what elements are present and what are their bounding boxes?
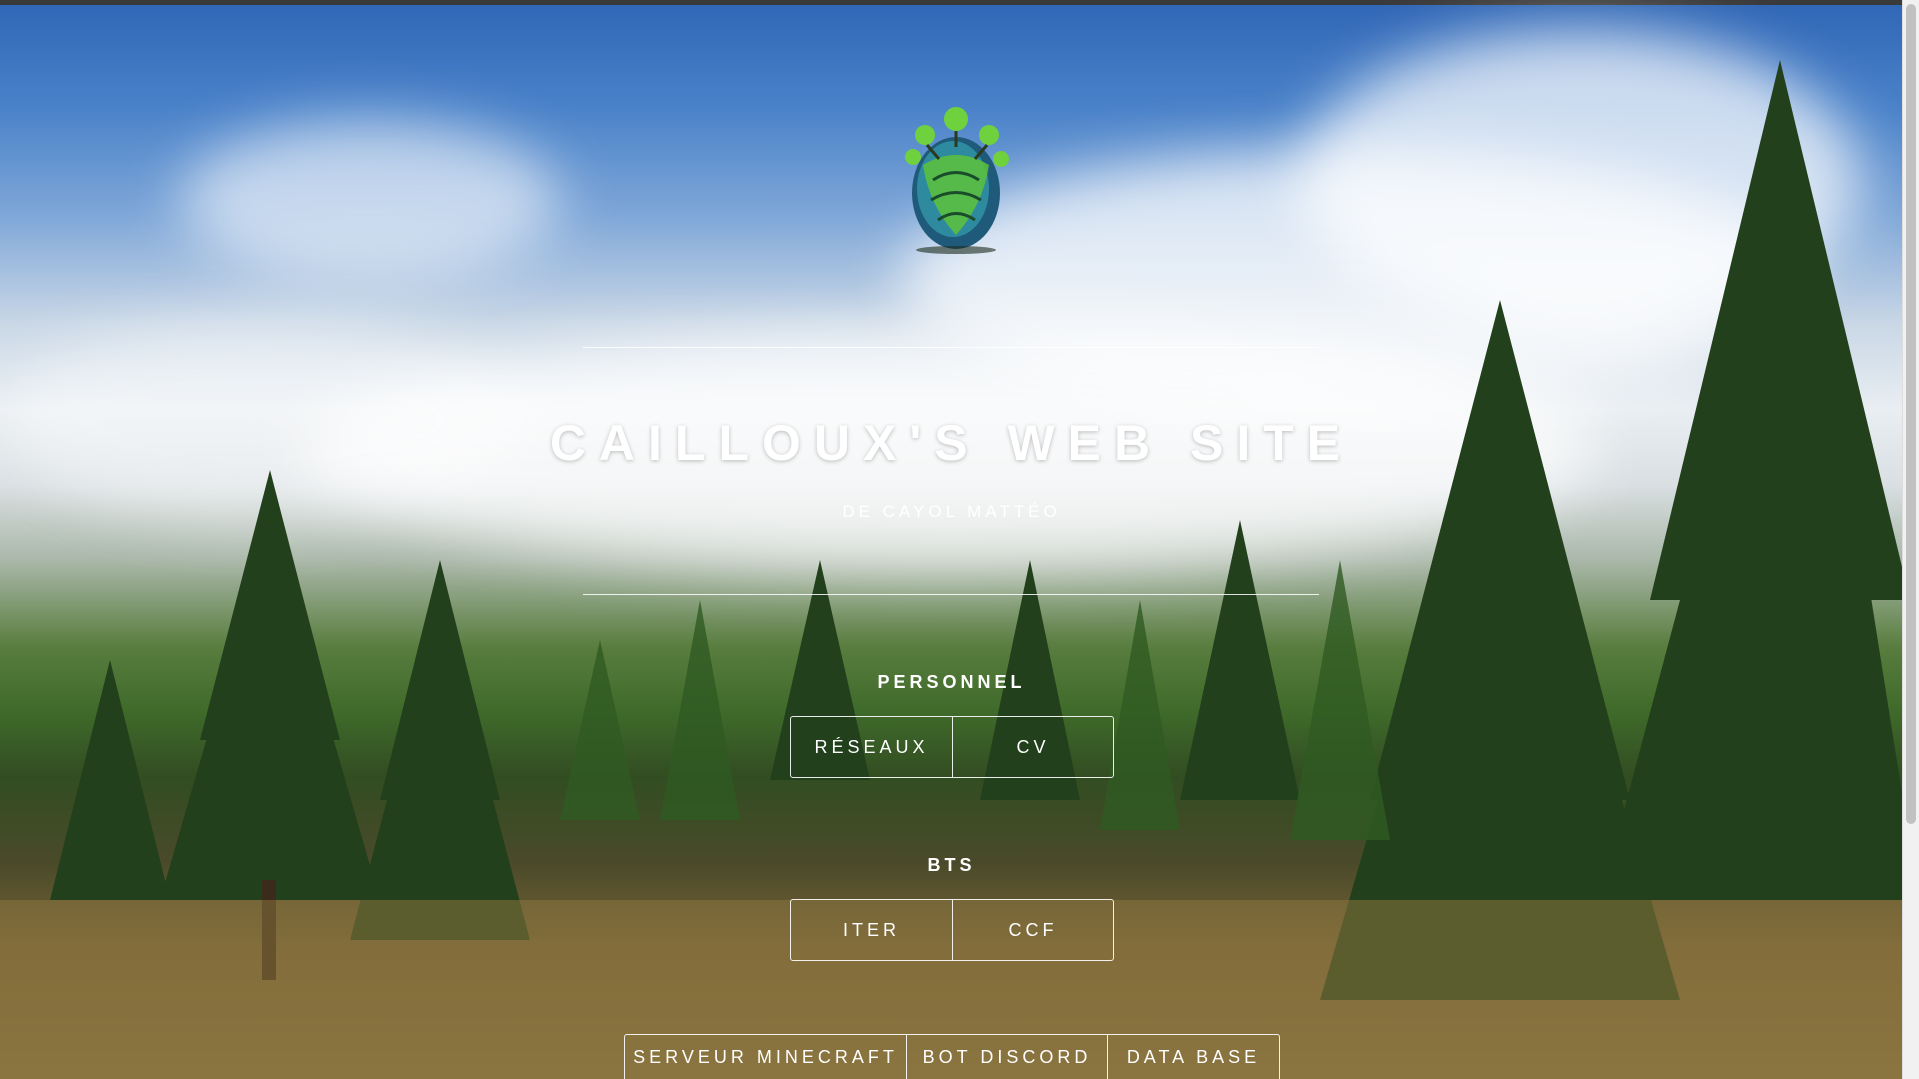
reseaux-button[interactable]: RÉSEAUX — [791, 717, 952, 777]
divider-top — [583, 347, 1319, 348]
site-title: CAILLOUX'S WEB SITE — [549, 415, 1354, 471]
iter-button[interactable]: ITER — [791, 900, 952, 960]
projects-button-group: SERVEUR MINECRAFT BOT DISCORD DATA BASE — [624, 1034, 1280, 1079]
serveur-minecraft-button[interactable]: SERVEUR MINECRAFT — [625, 1035, 906, 1079]
section-title-bts: BTS — [927, 855, 976, 875]
bot-discord-button[interactable]: BOT DISCORD — [906, 1035, 1107, 1079]
site-subtitle: DE CAYOL MATTÉO — [842, 502, 1061, 521]
main-content: CAILLOUX'S WEB SITE DE CAYOL MATTÉO PERS… — [0, 0, 1903, 1079]
personnel-button-group: RÉSEAUX CV — [790, 716, 1114, 778]
cv-button[interactable]: CV — [952, 717, 1113, 777]
vertical-scrollbar[interactable] — [1902, 0, 1919, 1079]
bts-button-group: ITER CCF — [790, 899, 1114, 961]
scrollbar-thumb[interactable] — [1906, 4, 1916, 824]
ccf-button[interactable]: CCF — [952, 900, 1113, 960]
cailloux-logo — [905, 107, 1009, 254]
section-title-personnel: PERSONNEL — [877, 672, 1026, 692]
page-background: CAILLOUX'S WEB SITE DE CAYOL MATTÉO PERS… — [0, 0, 1919, 1079]
divider-bottom — [583, 594, 1319, 595]
data-base-button[interactable]: DATA BASE — [1107, 1035, 1279, 1079]
